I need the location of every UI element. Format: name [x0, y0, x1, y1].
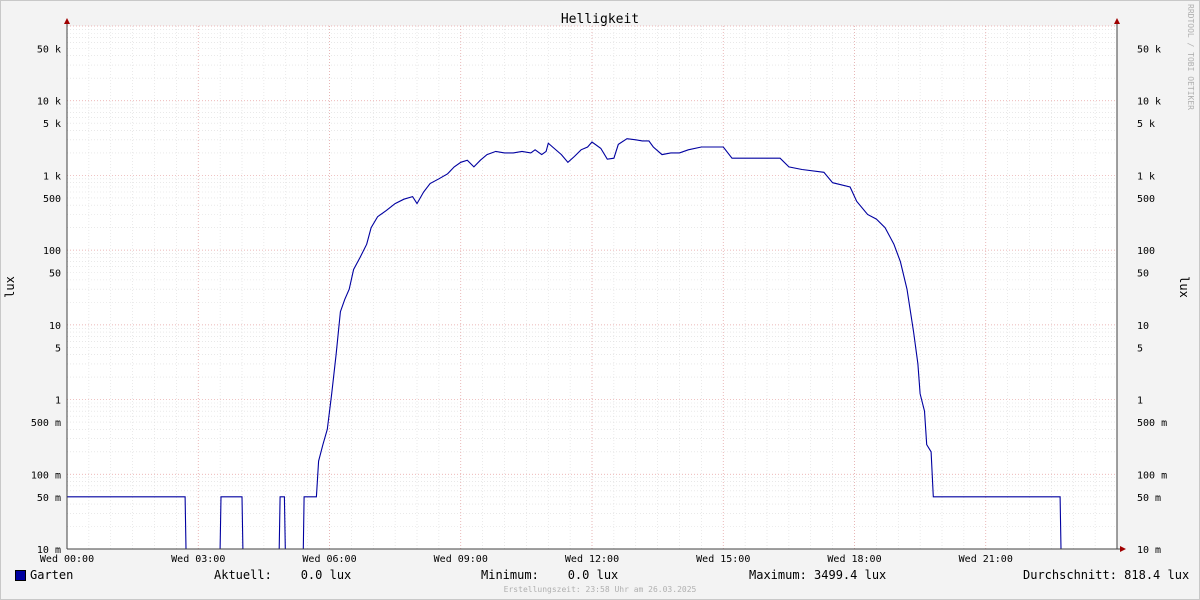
x-tick-labels: Wed 00:00 Wed 03:00 Wed 06:00 Wed 09:00 Wed … [40, 554, 1013, 565]
y-tick-label-right: 10 k [1137, 97, 1161, 108]
x-tick-label: Wed 21:00 [959, 554, 1013, 565]
chart-title: Helligkeit [561, 12, 639, 27]
y-tick-label-left: 1 [55, 396, 61, 407]
y-tick-label-right: 50 [1137, 269, 1149, 280]
creation-time-footer: Erstellungszeit: 23:58 Uhr am 26.03.2025 [503, 585, 697, 594]
y-tick-label-left: 50 [49, 269, 61, 280]
legend-maximum: Maximum: 3499.4 lux [749, 568, 887, 582]
y-tick-label-left: 100 [43, 246, 61, 257]
legend-series-name: Garten [30, 568, 74, 582]
y-tick-label-right: 100 [1137, 246, 1155, 257]
y-tick-labels-right: 50 k 10 k 5 k 1 k 500 100 50 10 5 1 500 m 100 m 50 m… [1137, 44, 1167, 556]
y-tick-label-left: 500 [43, 194, 61, 205]
y-axis-arrow-right [1114, 18, 1120, 24]
legend-minimum: Minimum: 0.0 lux [481, 568, 619, 582]
y-tick-label-left: 50 k [37, 44, 61, 55]
y-tick-label-right: 100 m [1137, 470, 1167, 481]
y-tick-label-right: 5 k [1137, 119, 1155, 130]
y-tick-label-left: 5 [55, 343, 61, 354]
y-axis-label-right: lux [1177, 276, 1191, 298]
x-tick-label: Wed 00:00 [40, 554, 94, 565]
x-tick-label: Wed 12:00 [565, 554, 619, 565]
y-tick-label-right: 10 m [1137, 545, 1161, 556]
y-axis-arrow-left [64, 18, 70, 24]
x-tick-label: Wed 15:00 [696, 554, 750, 565]
y-tick-label-right: 500 [1137, 194, 1155, 205]
legend-swatch-garten [15, 570, 26, 581]
y-tick-label-left: 10 k [37, 97, 61, 108]
y-axis-label-left: lux [3, 276, 17, 298]
y-tick-label-right: 1 [1137, 396, 1143, 407]
y-tick-label-right: 10 [1137, 321, 1149, 332]
y-tick-label-left: 50 m [37, 493, 61, 504]
y-tick-label-right: 500 m [1137, 418, 1167, 429]
y-tick-label-left: 100 m [31, 470, 61, 481]
y-tick-label-left: 5 k [43, 119, 61, 130]
legend-durchschnitt: Durchschnitt: 818.4 lux [1023, 568, 1190, 582]
y-tick-label-right: 50 k [1137, 44, 1161, 55]
y-tick-label-right: 1 k [1137, 171, 1155, 182]
x-tick-label: Wed 06:00 [302, 554, 356, 565]
y-tick-label-left: 1 k [43, 171, 61, 182]
y-tick-label-left: 500 m [31, 418, 61, 429]
brightness-chart: 50 k 10 k 5 k 1 k 500 100 50 10 5 1 500 m 100 m 50 m… [3, 12, 1191, 565]
x-tick-label: Wed 03:00 [171, 554, 225, 565]
y-tick-label-left: 10 [49, 321, 61, 332]
y-tick-label-right: 5 [1137, 343, 1143, 354]
y-tick-labels-left: 50 k 10 k 5 k 1 k 500 100 50 10 5 1 500 m 100 m 50 m… [31, 44, 61, 556]
legend-aktuell: Aktuell: 0.0 lux [214, 568, 352, 582]
x-tick-label: Wed 09:00 [434, 554, 488, 565]
x-tick-label: Wed 18:00 [827, 554, 881, 565]
x-axis-arrow [1120, 546, 1126, 552]
y-tick-label-right: 50 m [1137, 493, 1161, 504]
rrdtool-watermark: RRDTOOL / TOBI OETIKER [1186, 4, 1195, 110]
